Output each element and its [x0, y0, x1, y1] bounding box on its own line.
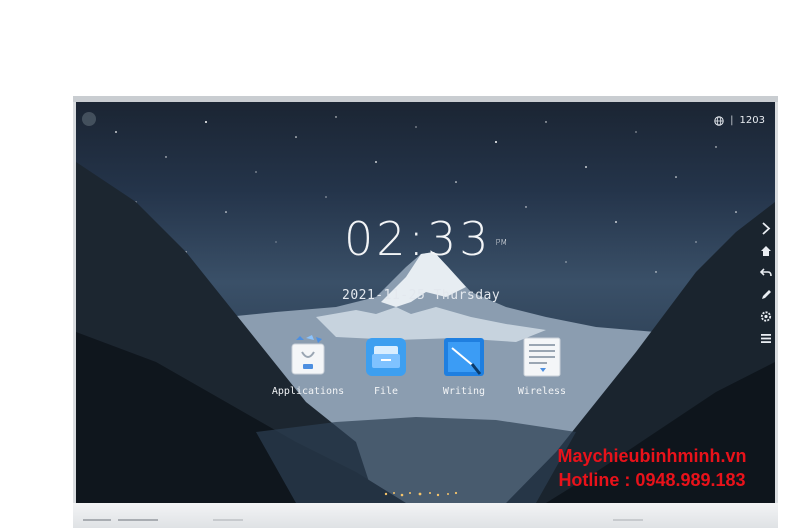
- clock: 02:33 PM: [344, 212, 507, 266]
- menu-icon[interactable]: [760, 332, 772, 345]
- back-icon[interactable]: [760, 266, 772, 279]
- app-writing[interactable]: Writing: [424, 334, 504, 397]
- settings-icon[interactable]: [760, 310, 772, 323]
- app-label: File: [373, 386, 399, 397]
- bezel-detail: [118, 519, 158, 521]
- pen-icon[interactable]: [760, 288, 772, 301]
- status-separator: |: [730, 115, 734, 126]
- globe-icon[interactable]: [714, 115, 724, 126]
- watermark-website: Maychieubinhminh.vn: [557, 446, 747, 466]
- watermark: Maychieubinhminh.vn Hotline : 0948.989.1…: [536, 444, 768, 492]
- folder-icon: [366, 338, 406, 376]
- status-counter: 1203: [739, 115, 765, 126]
- home-screen: | 1203 02:33 PM 2021-11-25 Thursday Appli…: [76, 102, 775, 503]
- app-file[interactable]: File: [346, 334, 426, 397]
- wireless-projection-icon: [523, 337, 561, 377]
- home-icon[interactable]: [760, 244, 772, 257]
- town-lights: [384, 491, 458, 497]
- corner-indicator: [82, 112, 96, 126]
- app-label: Writing: [442, 386, 486, 397]
- app-label: Wireless: [517, 386, 567, 397]
- status-bar: | 1203: [714, 115, 765, 126]
- side-toolbar: [757, 222, 775, 345]
- applications-bag-icon: [291, 335, 325, 375]
- bezel-detail: [613, 519, 643, 521]
- app-label: Applications: [271, 386, 345, 397]
- clock-ampm: PM: [495, 238, 508, 247]
- bezel-detail: [213, 519, 243, 521]
- date-text: 2021-11-25 Thursday: [342, 288, 501, 303]
- bezel-bottom: [73, 503, 778, 528]
- chevron-right-icon[interactable]: [760, 222, 772, 235]
- writing-board-icon: [444, 338, 484, 376]
- watermark-hotline: Hotline : 0948.989.183: [558, 470, 746, 490]
- app-applications[interactable]: Applications: [268, 334, 348, 397]
- bezel-detail: [83, 519, 111, 521]
- clock-time: 02:33: [344, 212, 492, 266]
- app-wireless[interactable]: Wireless: [502, 334, 582, 397]
